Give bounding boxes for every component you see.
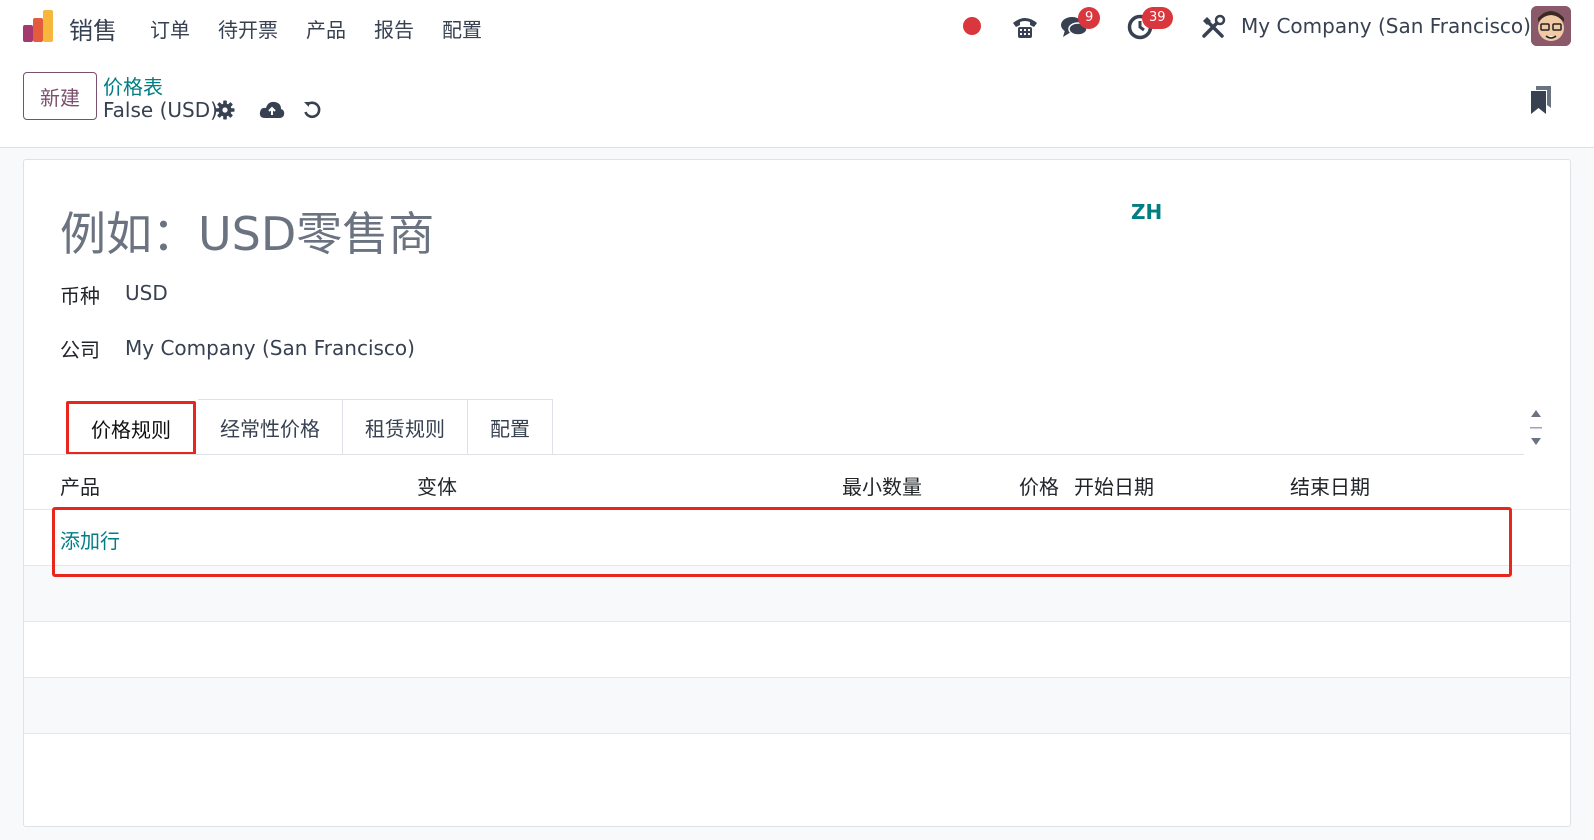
menu-products[interactable]: 产品 [306,14,346,43]
column-product[interactable]: 产品 [60,471,100,500]
new-button[interactable]: 新建 [23,72,97,120]
tab-scroll-arrows-icon[interactable] [1526,404,1546,454]
column-price[interactable]: 价格 [1019,471,1059,500]
company-label: 公司 [60,338,100,362]
top-navbar: 销售 订单 待开票 产品 报告 配置 9 39 My Company (San … [0,0,1594,54]
company-field[interactable]: My Company (San Francisco) [125,336,415,360]
pricelist-name-input[interactable]: 例如：USD零售商 [60,198,434,264]
main-menu: 订单 待开票 产品 报告 配置 [150,14,510,43]
sales-app-icon[interactable] [22,9,56,43]
bookmark-icon[interactable] [1527,84,1555,116]
gear-icon[interactable] [213,98,237,122]
menu-to-invoice[interactable]: 待开票 [218,14,278,43]
menu-configuration[interactable]: 配置 [442,14,482,43]
control-panel: 新建 价格表 False (USD) [0,54,1594,148]
tab-divider [24,454,1524,455]
activities-badge: 39 [1142,7,1173,29]
tab-rental-rules[interactable]: 租赁规则 [343,399,468,455]
table-row [24,733,1570,827]
messages-button[interactable]: 9 [1058,7,1101,43]
breadcrumb-current: False (USD) [103,98,218,122]
company-switcher[interactable]: My Company (San Francisco) [1241,14,1531,38]
column-variant[interactable]: 变体 [417,471,457,500]
messages-badge: 9 [1078,7,1101,29]
currency-label: 币种 [60,284,100,308]
recording-indicator-icon[interactable] [963,17,981,35]
phone-icon[interactable] [1009,11,1041,43]
tab-configuration[interactable]: 配置 [468,399,553,455]
column-min-quantity[interactable]: 最小数量 [842,471,922,500]
breadcrumb-pricelists[interactable]: 价格表 [103,71,163,100]
column-end-date[interactable]: 结束日期 [1290,471,1370,500]
currency-field[interactable]: USD [125,281,168,305]
debug-tools-icon[interactable] [1197,11,1229,43]
menu-orders[interactable]: 订单 [150,14,190,43]
table-row [24,677,1570,733]
language-toggle[interactable]: ZH [1131,200,1162,224]
menu-reporting[interactable]: 报告 [374,14,414,43]
tab-price-rules[interactable]: 价格规则 [66,401,196,455]
activities-button[interactable]: 39 [1124,7,1173,43]
app-name[interactable]: 销售 [69,11,117,46]
discard-undo-icon[interactable] [300,98,324,122]
tab-recurring-prices[interactable]: 经常性价格 [198,399,343,455]
table-row [24,621,1570,677]
column-start-date[interactable]: 开始日期 [1074,471,1154,500]
form-sheet: 例如：USD零售商 ZH 币种 USD 公司 My Company (San F… [23,159,1571,827]
user-avatar[interactable] [1531,6,1571,46]
add-line-highlight [52,507,1512,577]
save-cloud-icon[interactable] [258,98,286,122]
notebook-tabs: 价格规则 经常性价格 租赁规则 配置 [60,399,553,455]
